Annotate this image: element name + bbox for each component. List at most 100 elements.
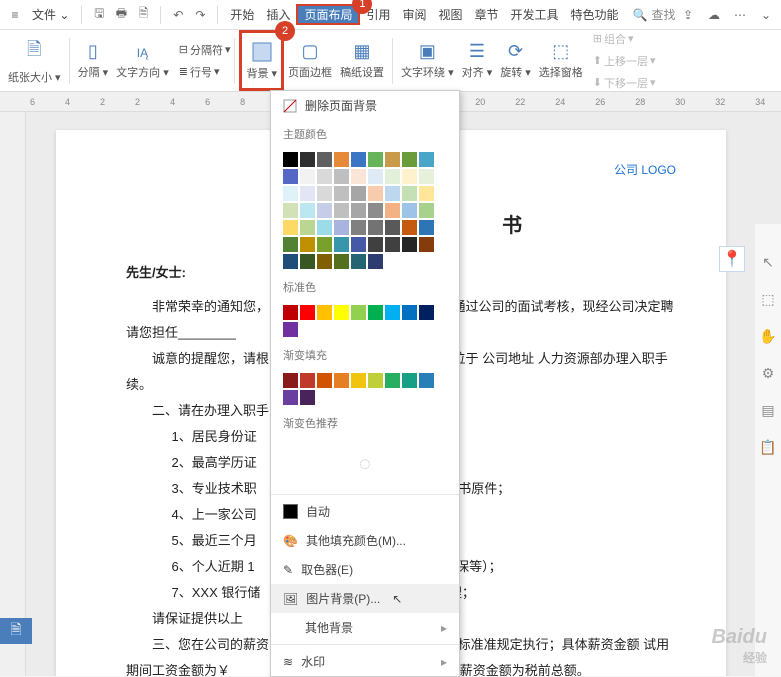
color-swatch[interactable]	[317, 186, 332, 201]
color-swatch[interactable]	[300, 373, 315, 388]
color-swatch[interactable]	[351, 254, 366, 269]
color-swatch[interactable]	[419, 203, 434, 218]
more-icon[interactable]: ⋯	[729, 4, 751, 26]
color-swatch[interactable]	[385, 186, 400, 201]
color-swatch[interactable]	[402, 220, 417, 235]
paper-size-button[interactable]: 🗎 纸张大小 ▾	[4, 30, 65, 91]
color-swatch[interactable]	[368, 186, 383, 201]
picture-background-item[interactable]: 🖼 图片背景(P)... ↖	[271, 584, 459, 613]
color-swatch[interactable]	[368, 169, 383, 184]
color-swatch[interactable]	[300, 203, 315, 218]
color-swatch[interactable]	[317, 305, 332, 320]
tab-start[interactable]: 开始	[224, 6, 260, 23]
color-swatch[interactable]	[283, 373, 298, 388]
color-swatch[interactable]	[368, 220, 383, 235]
color-swatch[interactable]	[334, 186, 349, 201]
color-swatch[interactable]	[334, 237, 349, 252]
text-wrap-button[interactable]: ▣ 文字环绕 ▾	[397, 30, 458, 91]
color-swatch[interactable]	[317, 373, 332, 388]
hamburger-icon[interactable]: ≡	[4, 4, 26, 26]
color-swatch[interactable]	[317, 203, 332, 218]
color-swatch[interactable]	[368, 373, 383, 388]
layers-icon[interactable]: ▤	[761, 402, 774, 419]
color-swatch[interactable]	[385, 169, 400, 184]
color-swatch[interactable]	[300, 186, 315, 201]
color-swatch[interactable]	[402, 237, 417, 252]
color-swatch[interactable]	[419, 237, 434, 252]
page-border-button[interactable]: ▢ 页面边框	[284, 30, 336, 91]
color-swatch[interactable]	[385, 152, 400, 167]
color-swatch[interactable]	[351, 203, 366, 218]
location-pin-icon[interactable]: 📍	[719, 246, 745, 272]
color-swatch[interactable]	[317, 237, 332, 252]
color-swatch[interactable]	[283, 254, 298, 269]
color-swatch[interactable]	[283, 152, 298, 167]
color-swatch[interactable]	[351, 152, 366, 167]
color-swatch[interactable]	[300, 152, 315, 167]
search-box[interactable]: 🔍查找	[633, 6, 676, 23]
color-swatch[interactable]	[368, 152, 383, 167]
tab-section[interactable]: 章节	[469, 6, 505, 23]
share-icon[interactable]: ⇪	[677, 4, 699, 26]
other-background-item[interactable]: 其他背景 ▸	[271, 613, 459, 642]
chevron-icon[interactable]: ⌄	[755, 4, 777, 26]
text-direction-button[interactable]: IĄ 文字方向 ▾	[112, 30, 173, 91]
color-swatch[interactable]	[402, 169, 417, 184]
select-icon[interactable]: ⬚	[761, 291, 774, 308]
color-swatch[interactable]	[334, 305, 349, 320]
menu-file[interactable]: 文件 ⌄	[26, 6, 75, 23]
color-swatch[interactable]	[351, 169, 366, 184]
auto-color-item[interactable]: 自动	[271, 497, 459, 526]
color-swatch[interactable]	[334, 203, 349, 218]
color-swatch[interactable]	[317, 254, 332, 269]
color-swatch[interactable]	[283, 322, 298, 337]
color-swatch[interactable]	[419, 305, 434, 320]
color-swatch[interactable]	[385, 203, 400, 218]
color-swatch[interactable]	[419, 373, 434, 388]
color-swatch[interactable]	[419, 169, 434, 184]
color-swatch[interactable]	[385, 305, 400, 320]
color-swatch[interactable]	[283, 390, 298, 405]
watermark-item[interactable]: ≋ 水印 ▸	[271, 647, 459, 676]
color-swatch[interactable]	[283, 220, 298, 235]
undo-icon[interactable]: ↶	[167, 4, 189, 26]
color-swatch[interactable]	[317, 220, 332, 235]
redo-icon[interactable]: ↷	[189, 4, 211, 26]
color-swatch[interactable]	[300, 305, 315, 320]
color-swatch[interactable]	[402, 203, 417, 218]
color-swatch[interactable]	[283, 186, 298, 201]
tab-special[interactable]: 特色功能	[565, 6, 625, 23]
tab-view[interactable]: 视图	[433, 6, 469, 23]
color-swatch[interactable]	[351, 220, 366, 235]
color-swatch[interactable]	[402, 186, 417, 201]
clipboard-icon[interactable]: 📋	[759, 439, 776, 456]
rotate-button[interactable]: ⟳ 旋转 ▾	[496, 30, 535, 91]
color-swatch[interactable]	[368, 203, 383, 218]
tab-insert[interactable]: 插入	[260, 6, 296, 23]
doc-side-tab[interactable]: 🗎	[0, 618, 32, 644]
eyedropper-item[interactable]: ✎ 取色器(E)	[271, 555, 459, 584]
color-swatch[interactable]	[419, 186, 434, 201]
color-swatch[interactable]	[385, 237, 400, 252]
tab-page-layout[interactable]: 页面布局 1	[296, 4, 360, 25]
color-swatch[interactable]	[283, 169, 298, 184]
color-swatch[interactable]	[283, 305, 298, 320]
hand-icon[interactable]: ✋	[759, 328, 776, 345]
color-swatch[interactable]	[351, 305, 366, 320]
align-button[interactable]: ☰ 对齐 ▾	[458, 30, 497, 91]
color-swatch[interactable]	[385, 220, 400, 235]
color-swatch[interactable]	[402, 152, 417, 167]
tab-review[interactable]: 审阅	[396, 6, 432, 23]
color-swatch[interactable]	[351, 373, 366, 388]
color-swatch[interactable]	[368, 237, 383, 252]
color-swatch[interactable]	[402, 305, 417, 320]
separator-button[interactable]: ⊟ 分隔符 ▾	[179, 42, 231, 58]
manuscript-button[interactable]: ▦ 稿纸设置	[336, 30, 388, 91]
color-swatch[interactable]	[419, 220, 434, 235]
cursor-icon[interactable]: ↖	[762, 254, 774, 271]
color-swatch[interactable]	[300, 220, 315, 235]
color-swatch[interactable]	[402, 373, 417, 388]
margins-button[interactable]: ▯ 分隔 ▾	[74, 30, 113, 91]
color-swatch[interactable]	[334, 373, 349, 388]
selection-pane-button[interactable]: ⬚ 选择窗格	[535, 30, 587, 91]
